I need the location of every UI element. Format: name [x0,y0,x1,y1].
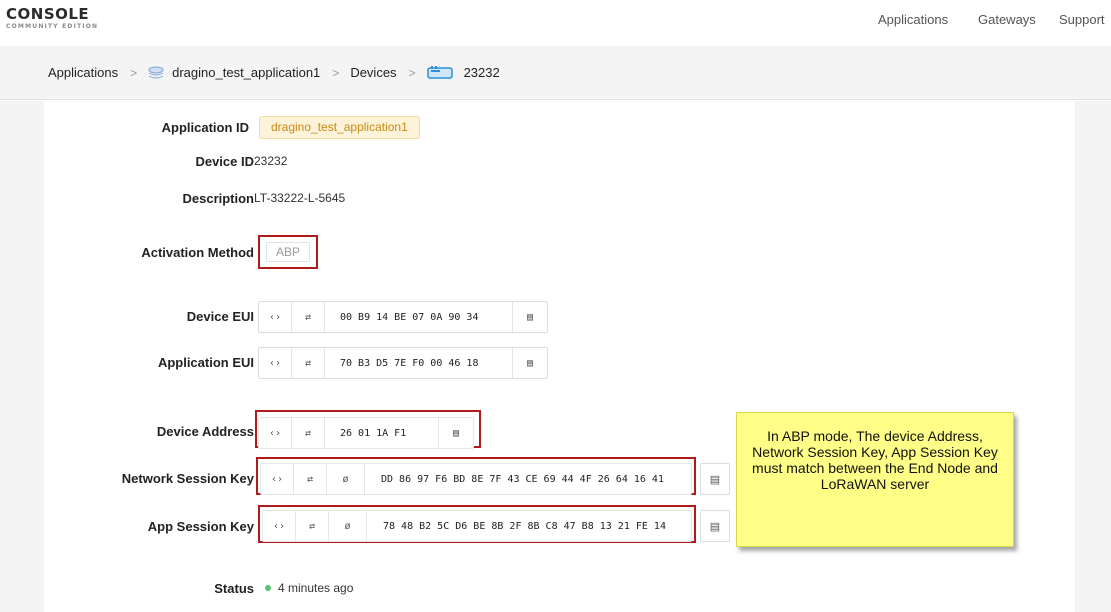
toggle-format-icon[interactable]: ‹› [263,511,296,541]
device-eui-label: Device EUI [186,309,254,324]
top-nav: CONSOLE COMMUNITY EDITION Applications G… [0,0,1111,38]
hide-key-icon[interactable]: ø [329,511,367,541]
description-row: Description LT-33222-L-5645 [44,191,744,221]
copy-icon[interactable]: ▤ [700,510,730,542]
application-eui-label: Application EUI [157,355,254,370]
breadcrumb-separator-icon: > [130,65,138,80]
byte-order-icon[interactable]: ⇄ [296,511,329,541]
breadcrumb-device: 23232 [463,65,500,80]
description-label: Description [182,191,254,206]
status-dot-icon [265,584,271,591]
app-session-key-field: ‹› ⇄ ø 78 48 B2 5C D6 BE 8B 2F 8B C8 47 … [262,510,692,542]
breadcrumb: Applications > dragino_test_application1… [48,65,500,80]
application-id-row: Application ID dragino_test_application1 [44,116,744,150]
breadcrumb-separator-icon: > [408,65,416,80]
activation-method-value[interactable]: ABP [266,242,310,262]
status-value: 4 minutes ago [265,581,353,595]
device-id-value: 23232 [254,154,288,168]
network-session-key-field: ‹› ⇄ ø DD 86 97 F6 BD 8E 7F 43 CE 69 44 … [260,463,692,495]
console-logo[interactable]: CONSOLE COMMUNITY EDITION [6,6,98,31]
status-row: Status 4 minutes ago [44,581,744,611]
activation-method-highlight: ABP [258,235,318,269]
toggle-format-icon[interactable]: ‹› [259,348,292,378]
description-value: LT-33222-L-5645 [254,191,346,205]
nav-applications-link[interactable]: Applications [878,12,948,27]
byte-order-icon[interactable]: ⇄ [292,348,325,378]
toggle-format-icon[interactable]: ‹› [259,418,292,448]
network-session-key-label: Network Session Key [121,471,254,486]
device-address-field: ‹› ⇄ 26 01 1A F1 ▤ [258,417,474,449]
device-address-value[interactable]: 26 01 1A F1 [325,418,439,448]
copy-icon[interactable]: ▤ [513,348,547,378]
network-session-key-value[interactable]: DD 86 97 F6 BD 8E 7F 43 CE 69 44 4F 26 6… [365,464,691,494]
copy-icon[interactable]: ▤ [700,463,730,495]
device-icon [426,65,453,80]
nav-gateways-link[interactable]: Gateways [978,12,1036,27]
device-address-label: Device Address [156,424,254,439]
toggle-format-icon[interactable]: ‹› [259,302,292,332]
logo-subtitle: COMMUNITY EDITION [6,23,99,30]
app-session-key-value[interactable]: 78 48 B2 5C D6 BE 8B 2F 8B C8 47 B8 13 2… [367,511,691,541]
application-eui-field: ‹› ⇄ 70 B3 D5 7E F0 00 46 18 ▤ [258,347,548,379]
activation-method-row: Activation Method ABP [44,235,744,275]
byte-order-icon[interactable]: ⇄ [292,302,325,332]
copy-icon[interactable]: ▤ [513,302,547,332]
logo-title: CONSOLE [6,5,90,23]
hide-key-icon[interactable]: ø [327,464,365,494]
copy-icon[interactable]: ▤ [439,418,473,448]
abp-note: In ABP mode, The device Address, Network… [736,412,1014,547]
breadcrumb-separator-icon: > [332,65,340,80]
breadcrumb-applications[interactable]: Applications [48,65,118,80]
byte-order-icon[interactable]: ⇄ [294,464,327,494]
application-id-chip[interactable]: dragino_test_application1 [259,116,420,139]
activation-method-label: Activation Method [141,245,254,260]
device-eui-field: ‹› ⇄ 00 B9 14 BE 07 0A 90 34 ▤ [258,301,548,333]
status-label: Status [214,581,254,596]
status-text: 4 minutes ago [278,581,354,595]
device-eui-value[interactable]: 00 B9 14 BE 07 0A 90 34 [325,302,513,332]
application-id-label: Application ID [161,120,249,135]
app-session-key-label: App Session Key [147,519,254,534]
breadcrumb-bar: Applications > dragino_test_application1… [0,46,1111,100]
toggle-format-icon[interactable]: ‹› [261,464,294,494]
application-stack-icon [148,66,164,80]
breadcrumb-devices[interactable]: Devices [350,65,396,80]
device-id-label: Device ID [195,154,254,169]
byte-order-icon[interactable]: ⇄ [292,418,325,448]
application-eui-value[interactable]: 70 B3 D5 7E F0 00 46 18 [325,348,513,378]
breadcrumb-app-name[interactable]: dragino_test_application1 [172,65,320,80]
device-id-row: Device ID 23232 [44,154,744,184]
nav-support-link[interactable]: Support [1059,12,1105,27]
